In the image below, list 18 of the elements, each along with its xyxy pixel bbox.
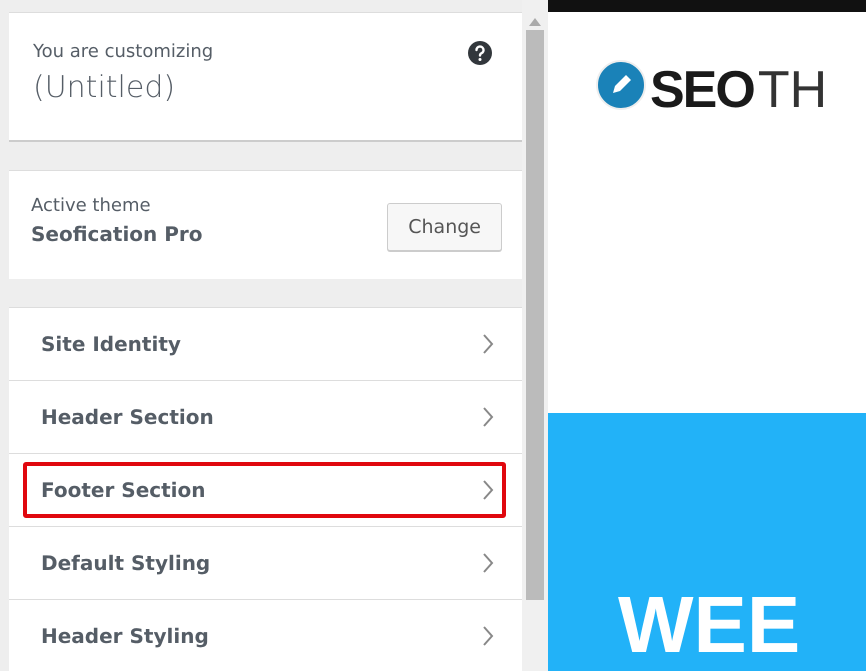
active-theme-label: Active theme: [31, 195, 152, 216]
chevron-right-icon: [482, 333, 494, 355]
site-title: (Untitled): [33, 70, 176, 105]
change-button[interactable]: Change: [387, 203, 502, 251]
scroll-up-icon[interactable]: [529, 18, 541, 26]
hero-text: WEE: [618, 585, 800, 665]
theme-name: Seofication Pro: [31, 222, 203, 246]
scrollbar-thumb[interactable]: [526, 30, 544, 600]
section-item[interactable]: Footer Section: [23, 462, 506, 518]
help-icon[interactable]: [468, 41, 492, 65]
logo-text-light: TH: [758, 60, 828, 120]
customizing-label: You are customizing: [33, 41, 214, 62]
chevron-right-icon: [482, 406, 494, 428]
chevron-right-icon: [482, 479, 494, 501]
chevron-right-icon: [482, 552, 494, 574]
logo-text-bold: SEO: [650, 60, 754, 120]
chevron-right-icon: [482, 625, 494, 647]
pencil-logo-icon: [596, 60, 646, 110]
